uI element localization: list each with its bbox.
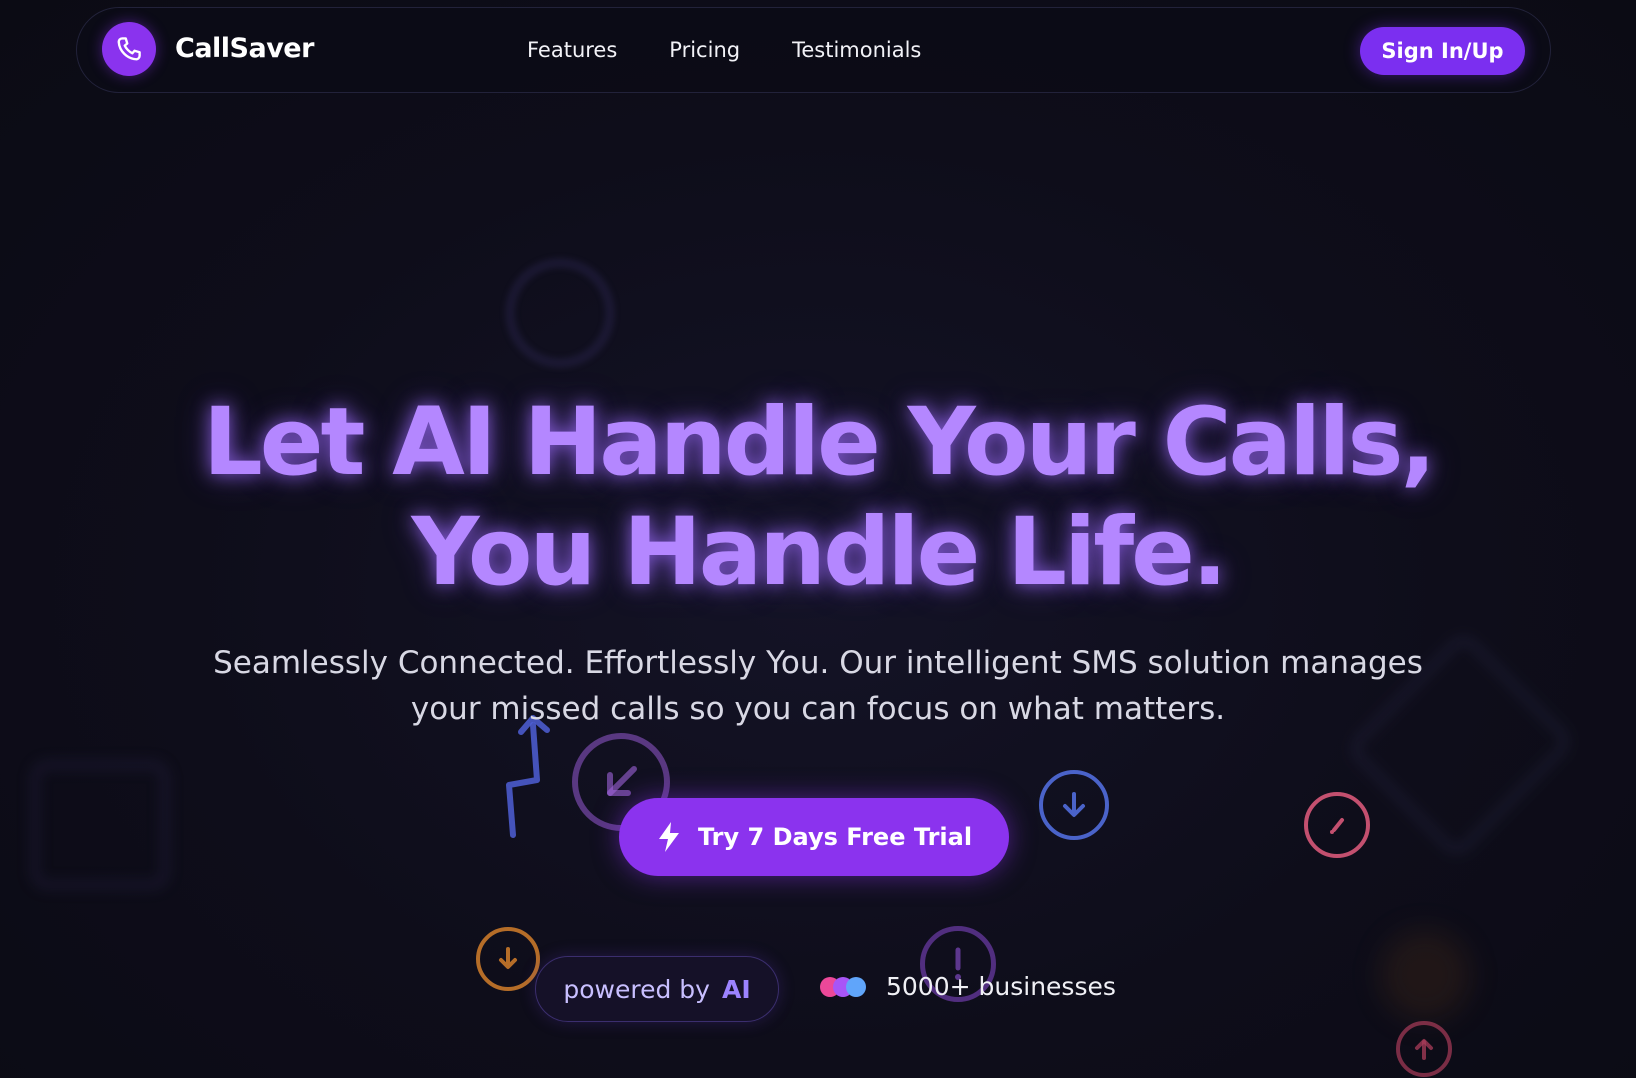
gauge-circle-icon <box>1304 792 1370 858</box>
lightning-icon <box>658 822 679 852</box>
avatar-dots <box>820 976 868 998</box>
powered-by-ai-text: AI <box>721 974 751 1004</box>
hero-headline-line-1: Let AI Handle Your Calls, <box>202 388 1436 497</box>
hero-headline: Let AI Handle Your Calls, You Handle Lif… <box>0 388 1636 608</box>
hero-headline-line-2: You Handle Life. <box>411 498 1227 607</box>
powered-by-text: powered by <box>563 974 710 1004</box>
background-glow-shape <box>1380 930 1470 1020</box>
nav-link-features[interactable]: Features <box>527 38 617 62</box>
businesses-count: 5000+ businesses <box>886 972 1116 1001</box>
phone-icon <box>117 37 141 61</box>
nav-link-pricing[interactable]: Pricing <box>669 38 740 62</box>
landing-page: CallSaver Features Pricing Testimonials … <box>0 0 1636 1078</box>
free-trial-label: Try 7 Days Free Trial <box>697 823 973 851</box>
nav-links: Features Pricing Testimonials <box>527 38 973 62</box>
hero-subtext: Seamlessly Connected. Effortlessly You. … <box>213 645 1423 727</box>
brand-logo[interactable] <box>102 22 156 76</box>
brand-name[interactable]: CallSaver <box>175 33 314 64</box>
free-trial-button[interactable]: Try 7 Days Free Trial <box>619 798 1009 876</box>
sign-in-button[interactable]: Sign In/Up <box>1360 27 1525 75</box>
nav-link-testimonials[interactable]: Testimonials <box>792 38 921 62</box>
arrow-up-circle-icon <box>1396 1021 1452 1077</box>
arrow-down-circle-icon <box>476 927 540 991</box>
powered-by-ai-badge: powered by AI <box>535 956 779 1022</box>
top-navbar: CallSaver Features Pricing Testimonials … <box>76 7 1551 93</box>
avatar-dot <box>846 976 866 997</box>
social-proof: 5000+ businesses <box>820 972 1116 1001</box>
background-glow-shape <box>30 760 170 890</box>
background-glow-shape <box>505 258 615 368</box>
arrow-down-circle-icon <box>1039 770 1109 840</box>
